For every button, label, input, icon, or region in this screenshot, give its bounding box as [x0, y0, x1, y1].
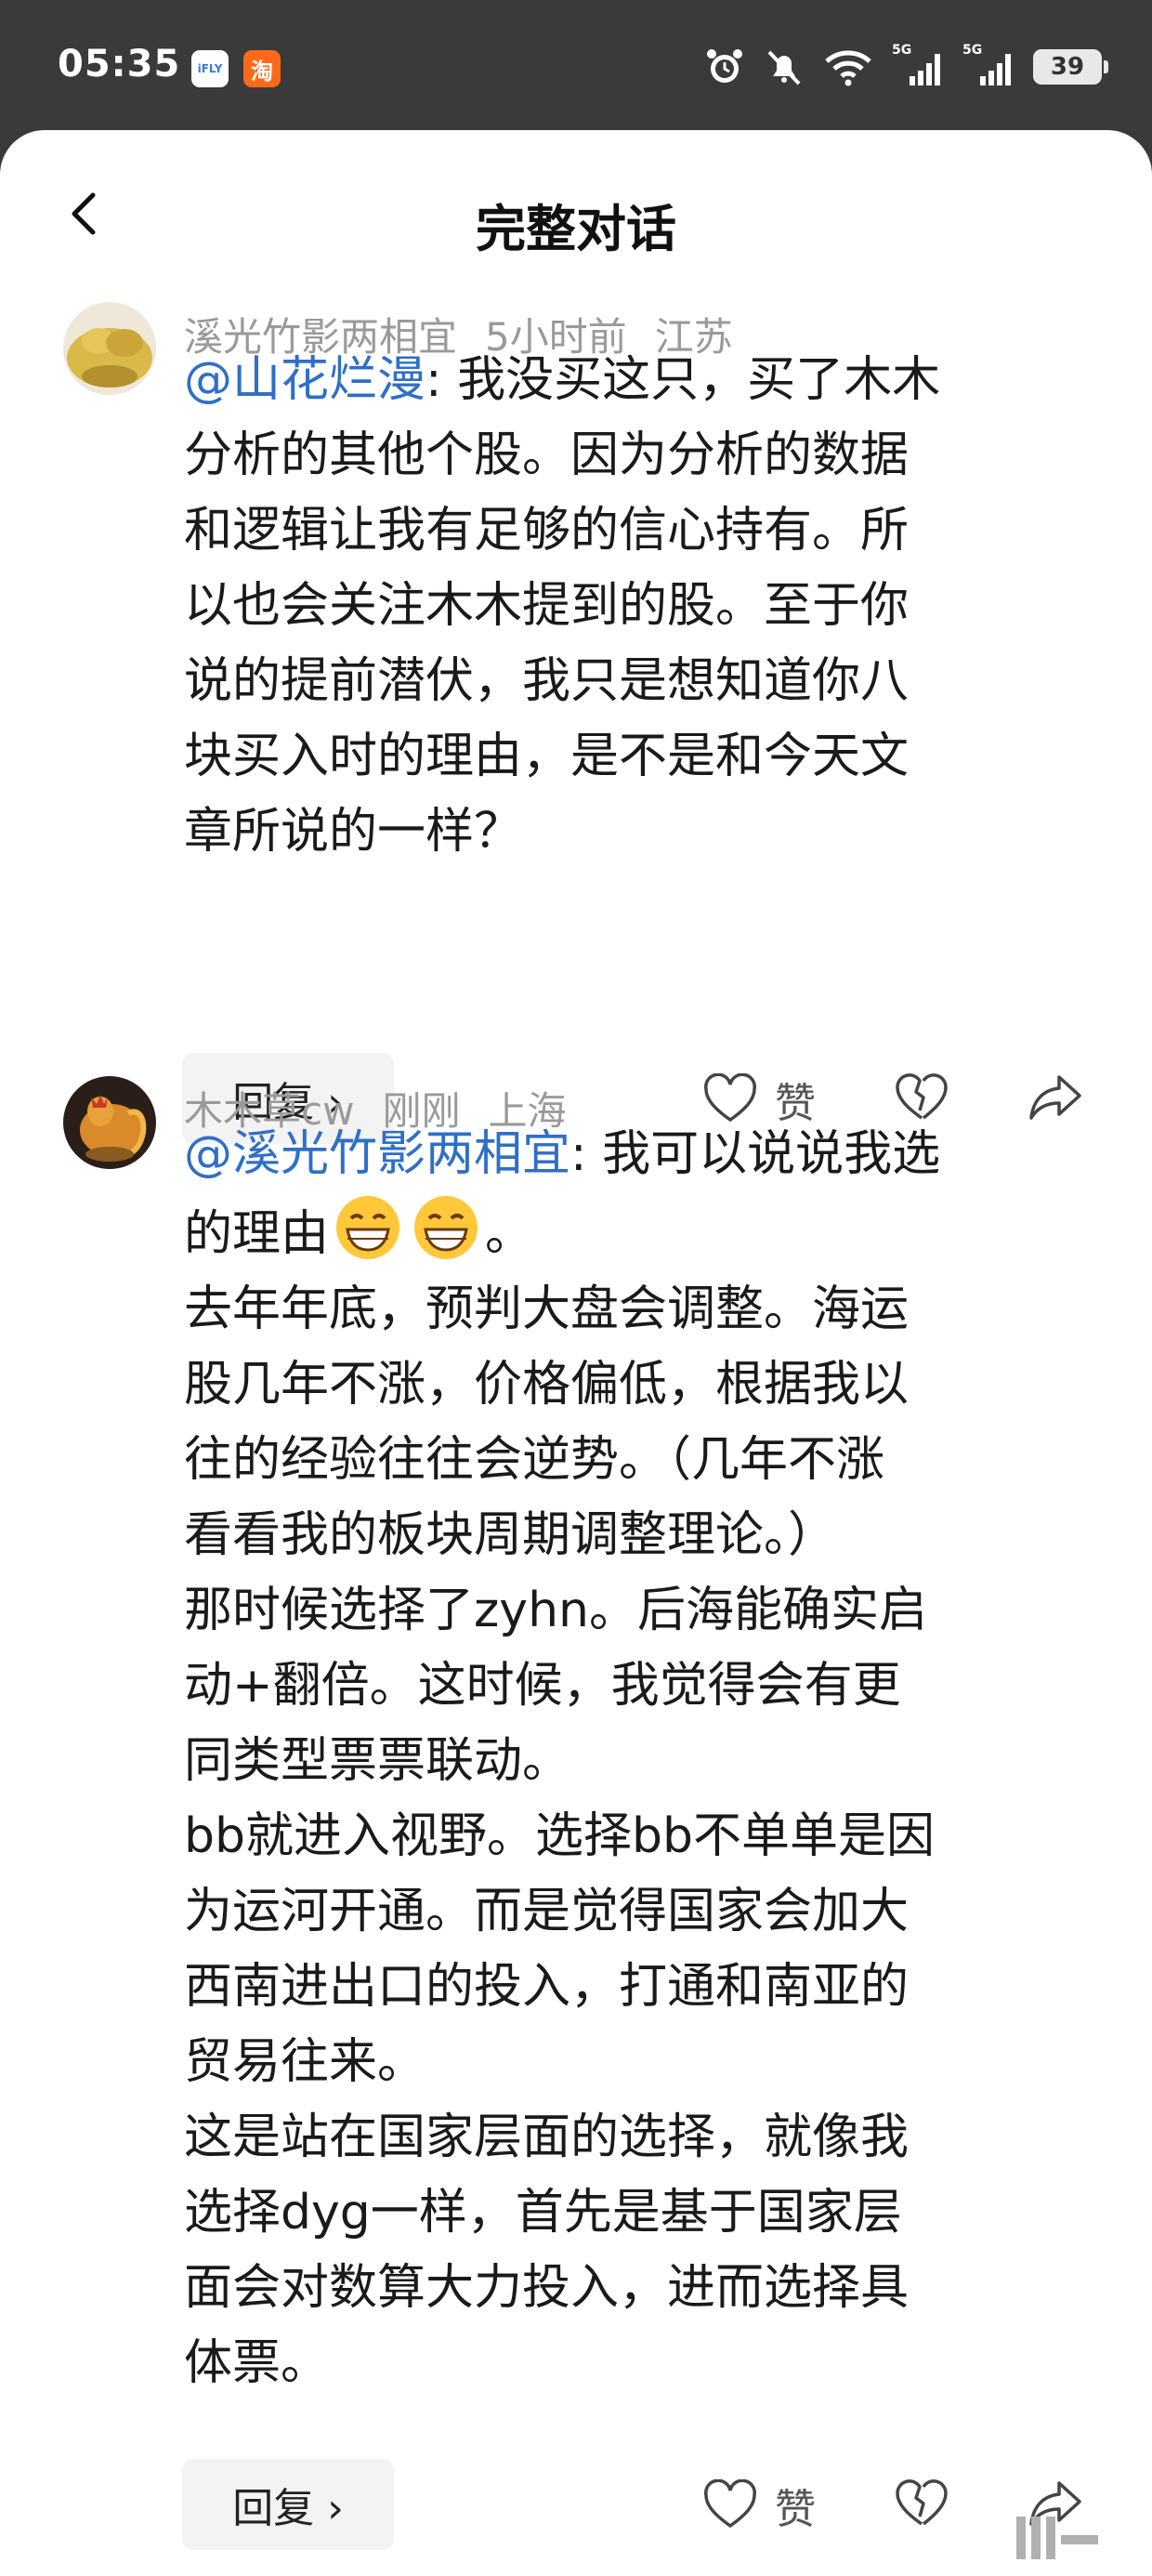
comment-text: @溪光竹影两相宜: 我可以说说我选 的理由 。 去年年底，预判大盘会调整。海运 股…: [184, 1117, 1094, 2401]
text-line: bb就进入视野。选择bb不单单是因: [184, 1808, 936, 1864]
like-label: 赞: [775, 2486, 816, 2533]
status-bar: 05:35 iFLY 淘 5G 5G 39: [0, 0, 1152, 130]
ifly-app-icon: iFLY: [191, 50, 229, 87]
text-line: : 我可以说说我选: [570, 1126, 941, 1182]
status-icons: 5G 5G 39: [704, 43, 1108, 91]
text-line: 。: [485, 1206, 534, 1262]
text-line: 的理由: [184, 1206, 330, 1262]
text-line: 贸易往来。: [184, 2034, 426, 2090]
watermark-icon: [1016, 2517, 1098, 2559]
text-line: 面会对数算大力投入，进而选择具: [184, 2260, 910, 2316]
text-line: 为运河开通。而是觉得国家会加大: [184, 1884, 910, 1939]
mute-icon: [767, 50, 801, 85]
text-line: 说的提前潜伏，我只是想知道你八: [184, 653, 910, 709]
avatar-flowers-image: [63, 302, 156, 395]
text-line: 块买入时的理由，是不是和今天文: [184, 729, 910, 784]
comment-text: @山花烂漫: 我没买这只，买了木木 分析的其他个股。因为分析的数据 和逻辑让我有…: [184, 343, 1094, 870]
text-line: 体票。: [184, 2335, 330, 2391]
text-line: 这是站在国家层面的选择，就像我: [184, 2109, 910, 2165]
signal-icon: [980, 54, 1011, 85]
battery-indicator: 39: [1033, 49, 1108, 85]
taobao-app-icon: 淘: [243, 50, 281, 87]
grin-emoji-icon: [414, 1196, 478, 1259]
text-line: 分析的其他个股。因为分析的数据: [184, 427, 910, 483]
text-line: 去年年底，预判大盘会调整。海运: [184, 1281, 910, 1337]
conversation-sheet: 完整对话 溪光竹影两相宜 5小时前 江苏 @山花烂漫: 我没买这只，买了木木 分析的…: [0, 130, 1152, 2576]
mention-link[interactable]: @山花烂漫: [184, 352, 425, 408]
signal-1: 5G: [892, 43, 944, 87]
text-line: 动+翻倍。这时候，我觉得会有更: [184, 1658, 901, 1714]
text-line: 和逻辑让我有足够的信心持有。所: [184, 503, 910, 559]
text-line: 股几年不涨，价格偏低，根据我以: [184, 1357, 910, 1413]
wifi-icon: [825, 50, 871, 86]
text-line: 往的经验往往会逆势。（几年不涨: [184, 1432, 885, 1488]
text-line: 同类型票票联动。: [184, 1733, 571, 1789]
text-line: : 我没买这只，买了木木: [425, 352, 941, 408]
text-line: 选择dyg一样，首先是基于国家层: [184, 2185, 902, 2241]
heart-icon: [704, 2479, 756, 2529]
grin-emoji-icon: [336, 1196, 400, 1259]
reply-button[interactable]: 回复 ›: [182, 2459, 394, 2550]
text-line: 那时候选择了zyhn。后海能确实启: [184, 1583, 927, 1638]
status-time: 05:35: [58, 43, 181, 85]
like-button[interactable]: 赞: [702, 2476, 816, 2535]
comment-actions: 回复 › 赞: [0, 2459, 1152, 2552]
alarm-icon: [707, 49, 742, 83]
text-line: 章所说的一样？: [184, 804, 523, 860]
text-line: 看看我的板块周期调整理论。）: [184, 1507, 837, 1563]
text-line: 以也会关注木木提到的股。至于你: [184, 578, 910, 634]
avatar-rooster-image: [63, 1076, 156, 1169]
text-line: 西南进出口的投入，打通和南亚的: [184, 1959, 910, 2015]
share-icon[interactable]: [1028, 1071, 1083, 1124]
avatar[interactable]: [63, 302, 156, 395]
signal-2: 5G: [962, 43, 1015, 87]
broken-heart-icon[interactable]: [894, 2476, 949, 2531]
header: 完整对话: [0, 130, 1152, 297]
mention-link[interactable]: @溪光竹影两相宜: [184, 1126, 570, 1182]
page-title: 完整对话: [476, 200, 676, 258]
signal-icon: [910, 54, 940, 85]
avatar[interactable]: [63, 1076, 156, 1169]
